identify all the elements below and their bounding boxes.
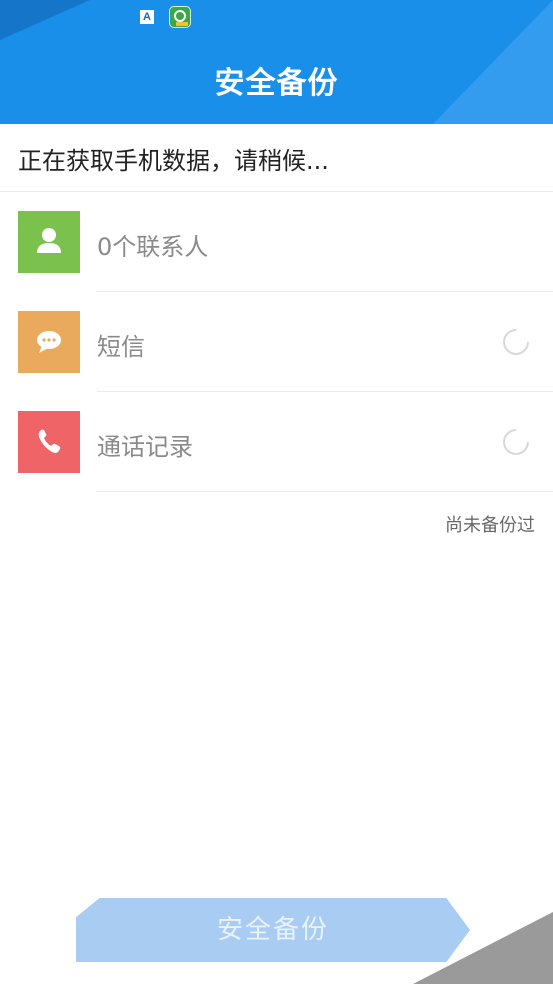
backup-status-text: 尚未备份过 xyxy=(445,515,535,536)
contact-person-icon xyxy=(18,211,80,273)
sms-label: 短信 xyxy=(97,333,145,361)
app-store-icon xyxy=(169,6,191,28)
list-item-contacts[interactable]: 0个联系人 xyxy=(0,192,553,292)
sms-bubble-icon xyxy=(18,311,80,373)
app-header: A 安全备份 xyxy=(0,0,553,124)
list-item-call-log[interactable]: 通话记录 xyxy=(0,392,553,492)
status-bar: A xyxy=(0,0,553,36)
loading-spinner-icon xyxy=(497,323,535,361)
loading-spinner-icon xyxy=(497,423,535,461)
call-log-label: 通话记录 xyxy=(97,433,193,461)
progress-status-text: 正在获取手机数据，请稍候... xyxy=(18,147,329,175)
page-title: 安全备份 xyxy=(214,66,339,101)
secure-backup-button[interactable]: 安全备份 xyxy=(76,898,470,962)
list-item-sms[interactable]: 短信 xyxy=(0,292,553,392)
bottom-bar: 安全备份 xyxy=(0,884,553,984)
a-notification-icon: A xyxy=(140,10,154,24)
phone-handset-icon xyxy=(18,411,80,473)
contacts-count-label: 0个联系人 xyxy=(97,233,209,261)
divider xyxy=(97,491,553,492)
